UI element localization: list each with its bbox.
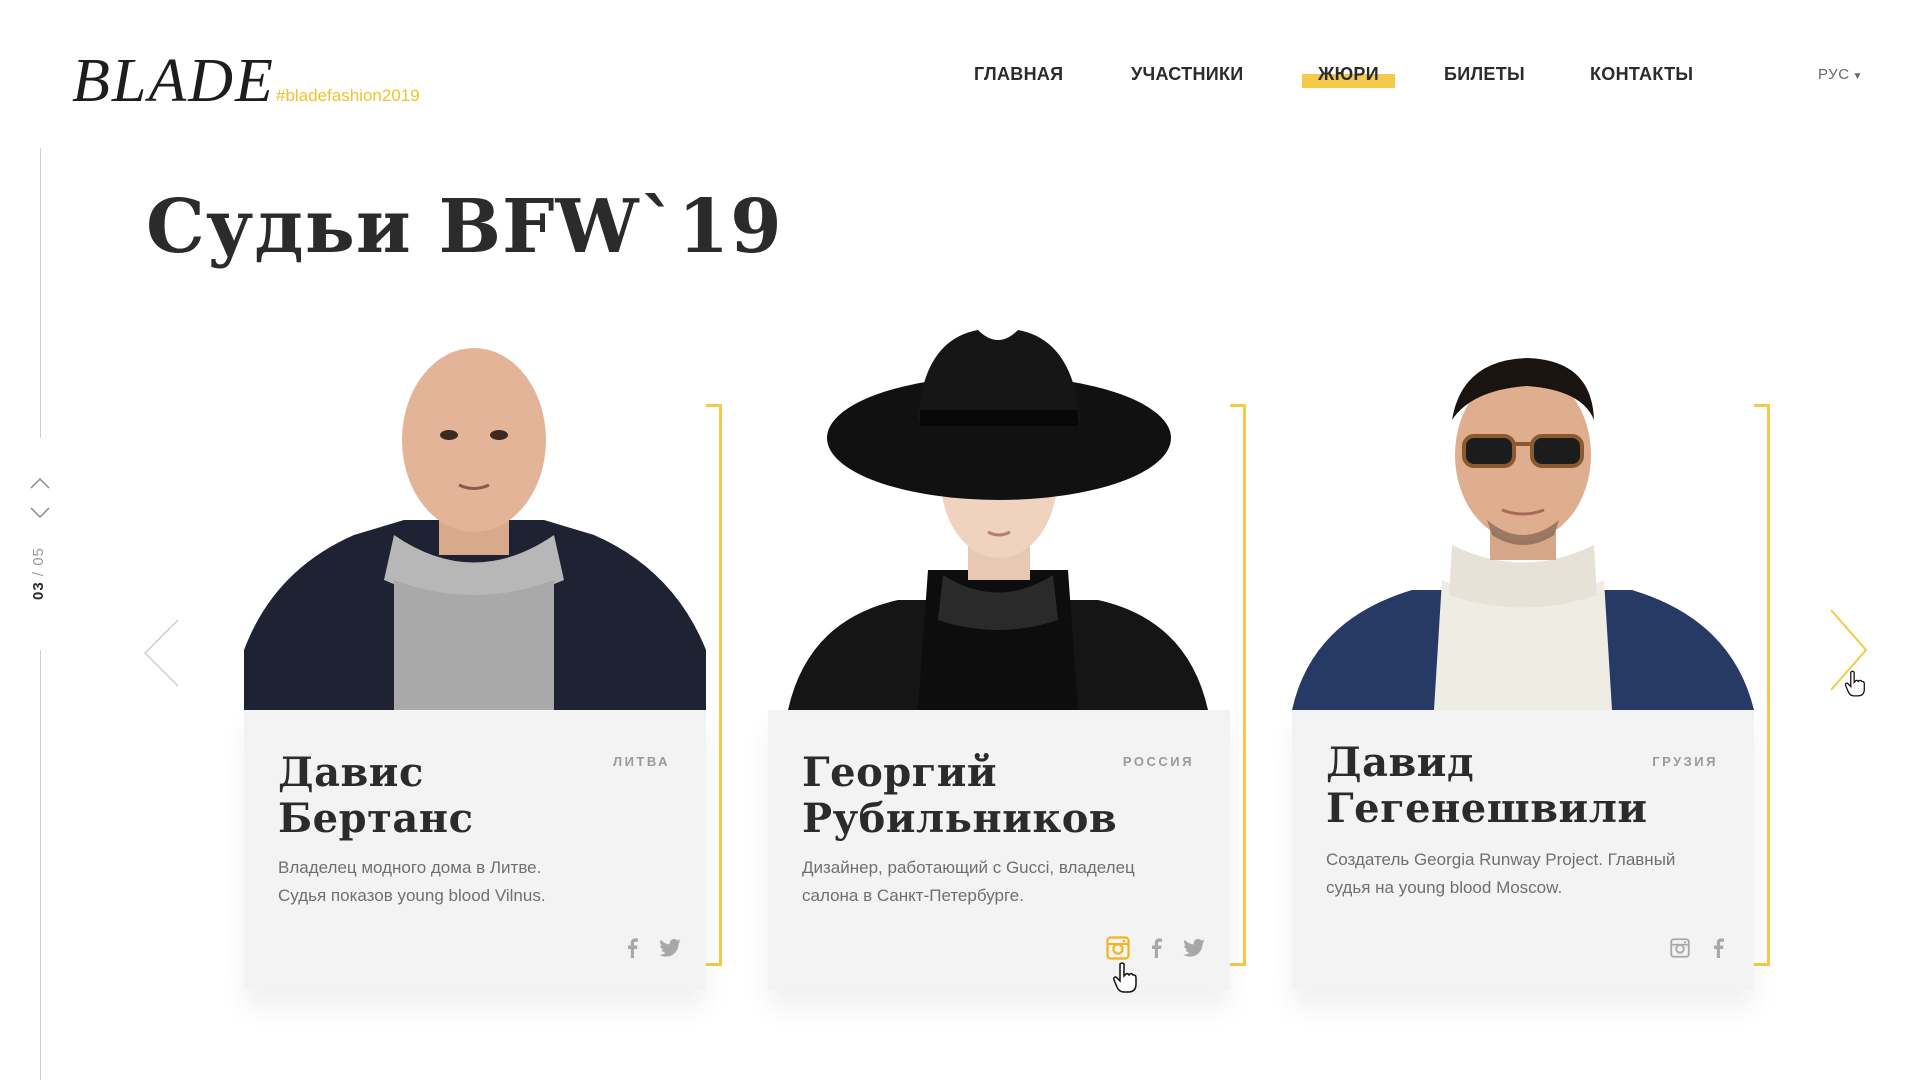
judge-name: Давис Бертанс (278, 750, 618, 842)
judge-last-name: Рубильников (802, 795, 1118, 842)
instagram-icon[interactable] (1106, 936, 1130, 960)
site-logo[interactable]: BLADE (72, 50, 275, 112)
slide-pager: 03 / 05 (30, 547, 47, 600)
judge-info-panel: ЛИТВА Давис Бертанс Владелец модного дом… (244, 710, 706, 990)
social-links (1668, 936, 1730, 960)
description-line: Судья показов young blood Vilnus. (278, 886, 546, 905)
judge-name: Георгий Рубильников (802, 750, 1142, 842)
judge-first-name: Георгий (802, 749, 998, 796)
description-line: Дизайнер, работающий с Gucci, владелец (802, 858, 1135, 877)
language-selector[interactable]: РУС ▼ (1818, 66, 1863, 83)
judge-card: ГРУЗИЯ Давид Гегенешвили Создатель Georg… (1292, 320, 1770, 990)
card-accent-bracket (705, 404, 722, 966)
judge-last-name: Гегенешвили (1326, 785, 1648, 832)
language-label: РУС (1818, 66, 1850, 83)
twitter-icon[interactable] (658, 936, 682, 960)
judge-photo (244, 320, 706, 710)
pager-current: 03 (30, 581, 47, 600)
judge-first-name: Давис (278, 749, 424, 796)
side-divider-top (40, 148, 41, 438)
judge-info-panel: ГРУЗИЯ Давид Гегенешвили Создатель Georg… (1292, 710, 1754, 990)
nav-item-jury[interactable]: ЖЮРИ (1302, 64, 1395, 88)
judge-card: РОССИЯ Георгий Рубильников Дизайнер, раб… (768, 320, 1246, 990)
instagram-icon[interactable] (1668, 936, 1692, 960)
nav-item-participants[interactable]: УЧАСТНИКИ (1131, 64, 1244, 85)
card-accent-bracket (1229, 404, 1246, 966)
judge-first-name: Давид (1326, 739, 1475, 786)
chevron-up-icon[interactable] (30, 476, 50, 490)
judge-info-panel: РОССИЯ Георгий Рубильников Дизайнер, раб… (768, 710, 1230, 990)
judge-photo (1292, 320, 1754, 710)
nav-item-home[interactable]: ГЛАВНАЯ (974, 64, 1063, 85)
pager-total: 05 (30, 547, 47, 566)
facebook-icon[interactable] (1144, 936, 1168, 960)
carousel-next-arrow-icon[interactable] (1828, 608, 1868, 692)
judge-country: ЛИТВА (612, 754, 670, 769)
social-links (1106, 936, 1206, 960)
card-accent-bracket (1753, 404, 1770, 966)
judge-photo (768, 320, 1230, 710)
facebook-icon[interactable] (620, 936, 644, 960)
side-divider-bottom (40, 650, 41, 1080)
judge-last-name: Бертанс (278, 795, 474, 842)
facebook-icon[interactable] (1706, 936, 1730, 960)
description-line: судья на young blood Moscow. (1326, 878, 1563, 897)
judge-name: Давид Гегенешвили (1326, 740, 1666, 832)
chevron-down-icon[interactable] (30, 506, 50, 520)
caret-down-icon: ▼ (1852, 71, 1863, 82)
description-line: Создатель Georgia Runway Project. Главны… (1326, 850, 1676, 869)
judge-description: Дизайнер, работающий с Gucci, владелец с… (802, 854, 1182, 910)
page-title: Судьи BFW`19 (146, 184, 783, 270)
pager-separator: / (30, 570, 47, 577)
judge-description: Создатель Georgia Runway Project. Главны… (1326, 846, 1706, 902)
description-line: Владелец модного дома в Литве. (278, 858, 542, 877)
nav-item-contacts[interactable]: КОНТАКТЫ (1590, 64, 1693, 85)
hashtag: #bladefashion2019 (276, 86, 420, 105)
carousel-prev-arrow-icon[interactable] (142, 618, 182, 688)
social-links (620, 936, 682, 960)
nav-item-tickets[interactable]: БИЛЕТЫ (1444, 64, 1525, 85)
twitter-icon[interactable] (1182, 936, 1206, 960)
judge-card: ЛИТВА Давис Бертанс Владелец модного дом… (244, 320, 722, 990)
judge-description: Владелец модного дома в Литве. Судья пок… (278, 854, 658, 910)
description-line: салона в Санкт-Петербурге. (802, 886, 1024, 905)
